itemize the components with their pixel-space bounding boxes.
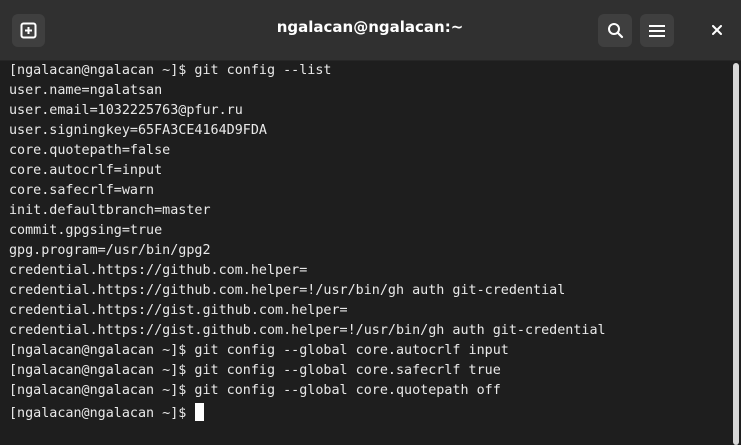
terminal-line: gpg.program=/usr/bin/gpg2 [9, 243, 211, 258]
terminal-cursor [195, 403, 205, 421]
terminal-line: [ngalacan@ngalacan ~]$ git config --glob… [9, 363, 501, 378]
terminal-line: commit.gpgsing=true [9, 223, 163, 238]
terminal-line: credential.https://gist.github.com.helpe… [9, 323, 606, 338]
terminal-prompt: [ngalacan@ngalacan ~]$ [9, 406, 195, 421]
new-tab-icon [20, 22, 37, 39]
hamburger-menu-icon [649, 24, 665, 38]
scrollbar[interactable] [733, 63, 739, 445]
terminal-line: core.autocrlf=input [9, 163, 163, 178]
terminal-line: [ngalacan@ngalacan ~]$ git config --list [9, 63, 332, 78]
terminal-line: user.name=ngalatsan [9, 83, 163, 98]
terminal-prompt-line: [ngalacan@ngalacan ~]$ [9, 403, 205, 423]
terminal-line: credential.https://gist.github.com.helpe… [9, 303, 348, 318]
terminal-line: credential.https://github.com.helper=!/u… [9, 283, 566, 298]
search-icon [607, 22, 624, 39]
terminal-line: credential.https://github.com.helper= [9, 263, 308, 278]
search-button[interactable] [598, 14, 632, 47]
close-button[interactable] [704, 17, 730, 43]
title-bar: ngalacan@ngalacan:~ [0, 0, 741, 61]
window-title: ngalacan@ngalacan:~ [276, 18, 464, 36]
terminal-line: core.quotepath=false [9, 143, 171, 158]
terminal-line: core.safecrlf=warn [9, 183, 155, 198]
menu-button[interactable] [640, 14, 674, 47]
terminal-window: ngalacan@ngalacan:~ [ngalacan@ngalacan ~… [0, 0, 741, 445]
terminal-line: [ngalacan@ngalacan ~]$ git config --glob… [9, 383, 501, 398]
terminal-line: init.defaultbranch=master [9, 203, 211, 218]
terminal-output[interactable]: [ngalacan@ngalacan ~]$ git config --list… [0, 61, 730, 445]
terminal-line: [ngalacan@ngalacan ~]$ git config --glob… [9, 343, 509, 358]
terminal-line: user.email=1032225763@pfur.ru [9, 103, 243, 118]
terminal-line: user.signingkey=65FA3CE4164D9FDA [9, 123, 267, 138]
new-tab-button[interactable] [12, 14, 45, 47]
close-icon [712, 25, 722, 35]
